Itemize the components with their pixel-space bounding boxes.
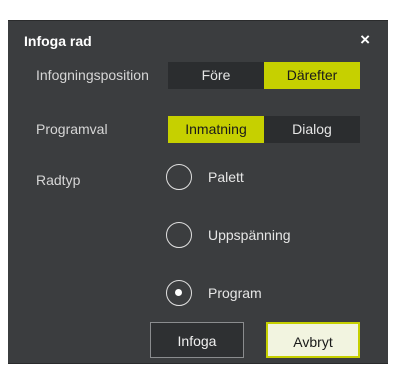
insert-position-before-option[interactable]: Före bbox=[168, 62, 264, 89]
insert-position-label: Infogningsposition bbox=[36, 67, 149, 83]
insert-position-after-option[interactable]: Därefter bbox=[264, 62, 360, 89]
insert-row-dialog: Infoga rad × Infogningsposition Före Där… bbox=[8, 20, 388, 364]
row-type-label: Radtyp bbox=[36, 172, 81, 188]
cancel-button[interactable]: Avbryt bbox=[266, 322, 360, 358]
program-choice-label: Programval bbox=[36, 121, 108, 137]
close-icon[interactable]: × bbox=[360, 30, 370, 50]
dialog-title: Infoga rad bbox=[24, 33, 92, 49]
program-choice-input-option[interactable]: Inmatning bbox=[168, 116, 264, 143]
radio-checked-icon[interactable] bbox=[166, 280, 192, 306]
program-choice-dialog-option[interactable]: Dialog bbox=[264, 116, 360, 143]
radio-label: Palett bbox=[208, 169, 244, 185]
insert-button[interactable]: Infoga bbox=[150, 322, 244, 358]
radio-unchecked-icon[interactable] bbox=[166, 222, 192, 248]
radio-label: Uppspänning bbox=[208, 227, 291, 243]
radio-unchecked-icon[interactable] bbox=[166, 164, 192, 190]
radio-label: Program bbox=[208, 285, 262, 301]
